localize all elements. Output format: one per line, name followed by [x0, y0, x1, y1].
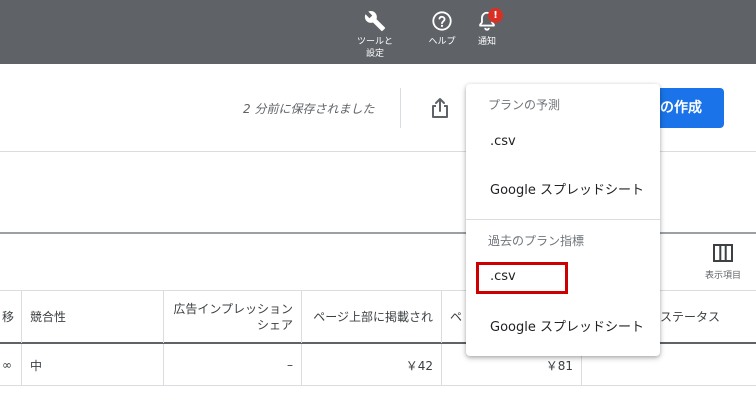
help-button[interactable]: ヘルプ — [424, 10, 460, 48]
menu-item-forecast-csv[interactable]: .csv — [466, 134, 660, 149]
tools-label: ツールと 設定 — [356, 37, 393, 59]
menu-item-historical-google-sheets[interactable]: Google スプレッドシート — [466, 316, 660, 335]
cell-competition: 中 — [22, 344, 164, 386]
notification-badge: ! — [488, 8, 503, 23]
share-icon[interactable] — [428, 96, 452, 120]
column-header-top-of-page-bid-low[interactable]: ページ上部に掲載され — [302, 291, 442, 343]
column-header-impression-share[interactable]: 広告インプレッション シェア — [164, 291, 302, 343]
highlight-box — [476, 262, 568, 294]
columns-label: 表示項目 — [704, 271, 741, 281]
wrench-icon — [364, 11, 386, 32]
menu-item-forecast-google-sheets[interactable]: Google スプレッドシート — [466, 179, 660, 198]
columns-icon — [713, 244, 733, 262]
menu-divider — [466, 219, 660, 220]
notifications-button[interactable]: ! 通知 — [470, 8, 504, 48]
help-label: ヘルプ — [428, 37, 456, 47]
menu-section-forecast-header: プランの予測 — [488, 98, 561, 112]
notifications-label: 通知 — [477, 37, 496, 47]
toolbar-divider — [400, 88, 401, 128]
help-icon — [432, 11, 452, 31]
column-header-competition[interactable]: 競合性 — [22, 291, 164, 343]
tools-and-settings-button[interactable]: ツールと 設定 — [352, 10, 398, 60]
top-app-bar: ツールと 設定 ヘルプ ! 通知 — [0, 0, 756, 64]
download-menu: プランの予測 .csv Google スプレッドシート 過去のプラン指標 .cs… — [466, 84, 660, 356]
columns-button[interactable]: 表示項目 — [700, 244, 746, 281]
cell-impression-share: – — [164, 344, 302, 386]
column-header-trend[interactable]: 移 — [0, 291, 22, 343]
cell-bid-low: ￥42 — [302, 344, 442, 386]
saved-status: 2 分前に保存されました — [243, 102, 375, 116]
cell-trend: ∞ — [0, 344, 22, 386]
menu-section-historical-header: 過去のプラン指標 — [488, 234, 585, 248]
